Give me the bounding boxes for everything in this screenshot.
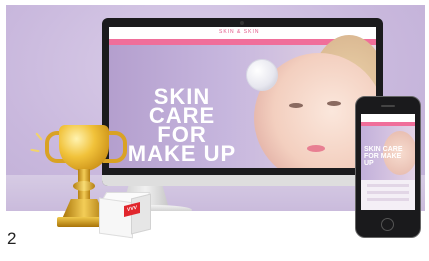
box-front <box>99 197 133 239</box>
phone-content-line <box>367 184 409 187</box>
product-box: VVV <box>99 192 151 239</box>
trophy-knob <box>73 181 95 191</box>
beauty-device <box>246 59 278 91</box>
home-button[interactable] <box>381 218 394 231</box>
phone-content <box>361 180 415 210</box>
hero-banner: SKIN CARE FOR MAKE UP <box>109 35 376 168</box>
phone-content-line <box>367 198 409 201</box>
desktop-monitor: SKIN & SKIN SKIN CARE FOR MAKE UP <box>102 18 383 186</box>
camera-dot <box>240 21 244 25</box>
slide-number: 2 <box>7 229 17 248</box>
hero-title: SKIN CARE FOR MAKE UP <box>127 84 237 166</box>
phone-site-logo[interactable] <box>361 114 415 122</box>
phone-screen: SKIN CARE FOR MAKE UP <box>361 114 415 210</box>
site-logo[interactable]: SKIN & SKIN <box>219 29 259 35</box>
phone-speaker <box>381 105 395 107</box>
model-lips <box>307 145 325 152</box>
model-eye-right <box>327 101 341 106</box>
phone-hero: SKIN CARE FOR MAKE UP <box>361 126 415 180</box>
monitor-screen: SKIN & SKIN SKIN CARE FOR MAKE UP <box>109 27 376 168</box>
phone-hero-title: SKIN CARE FOR MAKE UP <box>364 146 403 167</box>
trophy-cup <box>59 125 109 171</box>
monitor-chin <box>102 175 383 186</box>
phone-content-line <box>367 191 409 194</box>
smartphone: SKIN CARE FOR MAKE UP <box>355 96 421 238</box>
model-eye-left <box>289 103 303 108</box>
